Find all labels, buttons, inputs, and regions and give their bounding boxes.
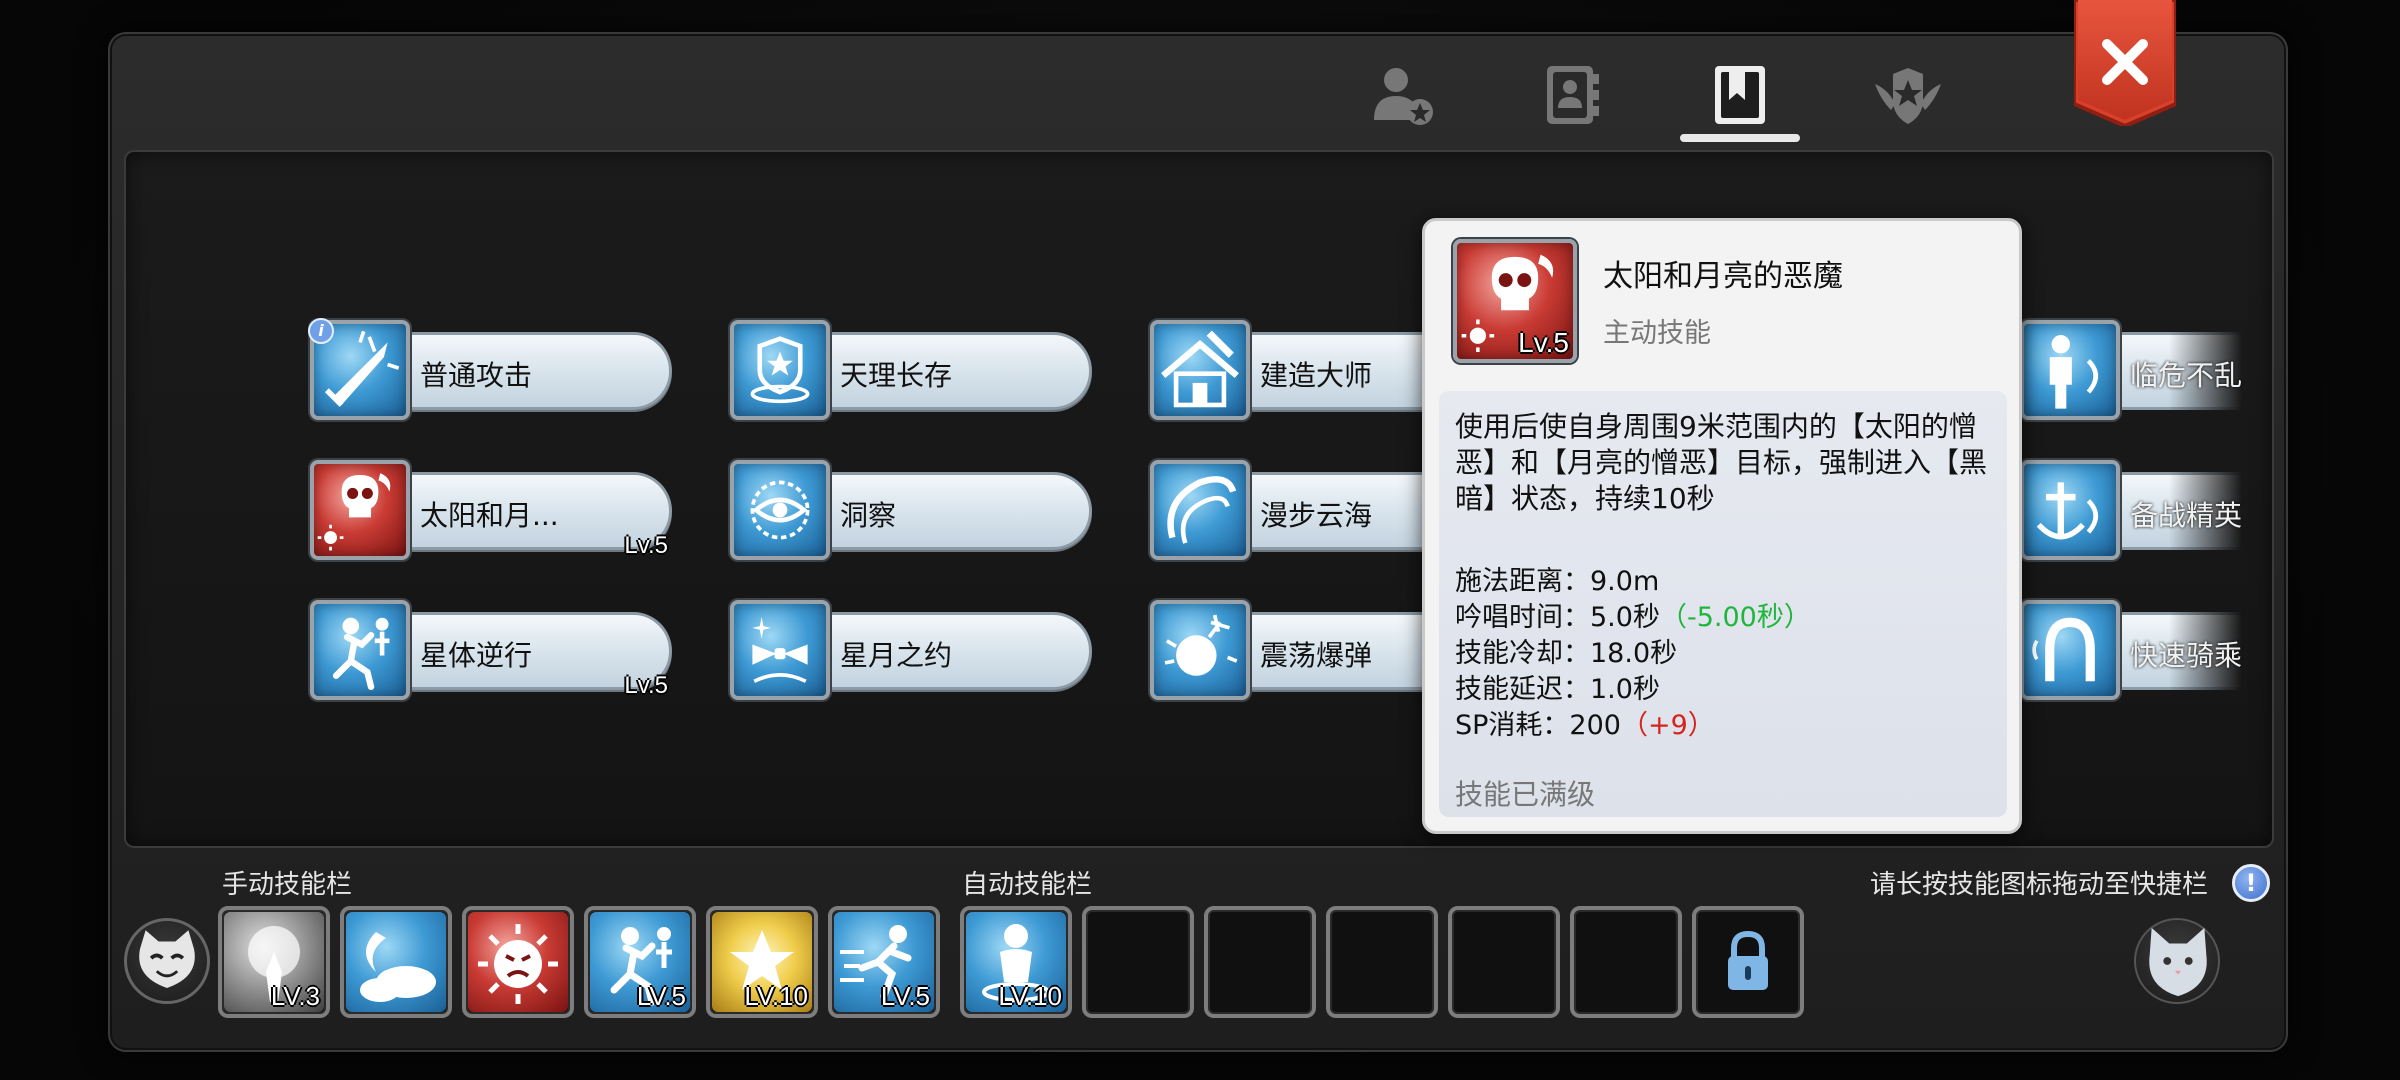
skill-item-insight[interactable]: 洞察 [730,460,1092,560]
tab-character[interactable] [1353,50,1453,140]
skill-item-star-moon-pact[interactable]: 星月之约 [730,600,1092,700]
left-pet-avatar[interactable] [124,918,210,1004]
manual-slot-1[interactable]: LV.3 [218,906,330,1018]
stat-cast-range: 施法距离：9.0m [1455,566,1660,597]
skill-item-fast-ride[interactable]: 快速骑乘 [2020,600,2242,700]
slot-level: LV.5 [880,981,930,1011]
skill-name: 临危不乱 [2130,359,2243,392]
skill-item-elite[interactable]: 备战精英 [2020,460,2242,560]
skill-level: Lv.5 [624,672,668,699]
auto-slot-3-empty[interactable] [1204,906,1316,1018]
manual-slot-2[interactable] [340,906,452,1018]
skull-moon-icon [310,460,410,560]
skill-name: 漫步云海 [1260,499,1373,532]
skill-name: 洞察 [840,499,897,532]
skill-name: 太阳和月... [420,499,559,532]
stat-sp-cost: SP消耗：200（+9） [1455,710,1715,741]
skill-item-cloud-walk[interactable]: 漫步云海 [1150,460,1480,560]
skill-screen: i 普通攻击 天理长存 建造大师 临危不乱 Lv.5 太阳和月... 洞察 漫步… [0,0,2400,1080]
skill-item-tianli[interactable]: 天理长存 [730,320,1092,420]
winged-emblem-icon [1875,68,1941,124]
running-figure-icon [310,600,410,700]
stat-delay: 技能延迟：1.0秒 [1455,674,1660,705]
skill-name: 震荡爆弹 [1260,639,1373,672]
tab-skills[interactable] [1680,50,1800,142]
skull-moon-icon: Lv.5 [1453,239,1577,363]
skill-tooltip: Lv.5 太阳和月亮的恶魔 主动技能 使用后使自身周围9米范围内的【太阳的憎恶】… [1422,218,2022,834]
tooltip-body: 使用后使自身周围9米范围内的【太阳的憎恶】和【月亮的憎恶】目标，强制进入【黑暗】… [1439,391,2007,817]
eye-burst-icon [730,460,830,560]
slot-level: LV.5 [636,981,686,1011]
tooltip-level: Lv.5 [1518,327,1569,358]
cat-face-icon [139,930,195,988]
skill-level: Lv.5 [624,532,668,559]
auto-slot-2-empty[interactable] [1082,906,1194,1018]
tab-contacts[interactable] [1522,50,1622,140]
auto-slot-4-empty[interactable] [1326,906,1438,1018]
skill-name: 备战精英 [2130,499,2243,532]
stat-cooldown: 技能冷却：18.0秒 [1455,638,1678,669]
contacts-book-icon [1547,66,1599,124]
skill-item-build-master[interactable]: 建造大师 [1150,320,1480,420]
skill-item-sun-moon-demon[interactable]: Lv.5 太阳和月... [310,460,672,560]
skill-item-normal-attack[interactable]: i 普通攻击 [308,318,672,420]
standing-figure-icon [2020,320,2120,420]
anchor-swirl-icon [2020,460,2120,560]
skill-item-calm[interactable]: 临危不乱 [2020,320,2242,420]
auto-slot-6-empty[interactable] [1570,906,1682,1018]
tab-emblem[interactable] [1858,50,1958,140]
help-icon[interactable]: ! [2232,864,2270,902]
close-button[interactable] [2072,0,2178,129]
skill-name: 星体逆行 [420,639,533,672]
bookmark-book-icon [1715,66,1765,124]
auto-slot-5-empty[interactable] [1448,906,1560,1018]
lock-icon [1728,930,1768,990]
tooltip-type: 主动技能 [1603,318,1711,349]
manual-bar-label: 手动技能栏 [222,870,353,900]
skill-name: 星月之约 [840,639,953,672]
tooltip-max-level: 技能已满级 [1455,778,1596,811]
star-shield-icon [730,320,830,420]
slot-level: LV.10 [998,981,1062,1011]
bomb-burst-icon [1150,600,1250,700]
right-pet-avatar[interactable] [2134,918,2220,1004]
skill-name: 普通攻击 [420,359,533,392]
cloud-swirl-icon [1150,460,1250,560]
slot-level: LV.10 [744,981,808,1011]
cat-portrait-icon [2149,927,2207,997]
auto-bar-label: 自动技能栏 [962,870,1093,900]
angry-sun-icon [468,912,568,1012]
skill-name: 建造大师 [1260,359,1373,392]
drag-hint: 请长按技能图标拖动至快捷栏 [1870,870,2209,900]
skill-name: 天理长存 [840,359,953,392]
moon-cloud-icon [346,912,446,1012]
info-icon[interactable]: i [308,318,334,344]
manual-slot-4[interactable]: LV.5 [584,906,696,1018]
auto-slot-7-locked[interactable] [1692,906,1804,1018]
tooltip-skill-icon: Lv.5 [1453,239,1577,363]
house-hammer-icon [1150,320,1250,420]
tooltip-title: 太阳和月亮的恶魔 [1603,259,1843,294]
skill-item-astral-retrograde[interactable]: Lv.5 星体逆行 [310,600,672,700]
skill-name: 快速骑乘 [2130,639,2243,672]
slot-level: LV.3 [270,981,320,1011]
horseshoe-icon [2020,600,2120,700]
auto-slot-1[interactable]: LV.10 [960,906,1072,1018]
bow-sparkle-icon [730,600,830,700]
chant-bonus: （-5.00秒） [1659,602,1811,633]
manual-slot-6[interactable]: LV.5 [828,906,940,1018]
stat-chant-time: 吟唱时间：5.0秒（-5.00秒） [1455,602,1811,633]
sp-extra: （+9） [1620,710,1715,741]
skill-item-shock-bomb[interactable]: 震荡爆弹 [1150,600,1480,700]
manual-slot-5[interactable]: LV.10 [706,906,818,1018]
manual-slot-3[interactable] [462,906,574,1018]
tooltip-description: 使用后使自身周围9米范围内的【太阳的憎恶】和【月亮的憎恶】目标，强制进入【黑暗】… [1455,410,1988,515]
person-star-icon [1374,68,1433,125]
close-icon [2072,0,2178,129]
